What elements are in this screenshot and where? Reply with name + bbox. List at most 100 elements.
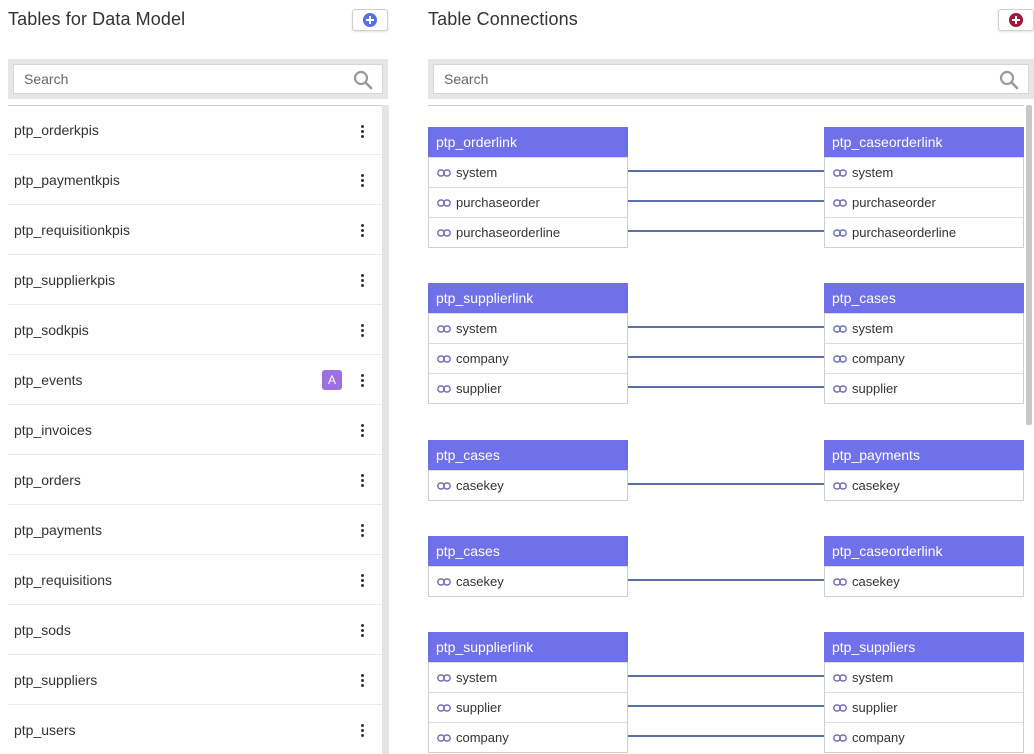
table-column-row[interactable]: purchaseorderline [825, 217, 1023, 247]
join-connector-line[interactable] [628, 230, 824, 232]
table-column-row[interactable]: system [825, 157, 1023, 187]
more-options-icon[interactable] [358, 470, 366, 490]
join-connector-line[interactable] [628, 483, 824, 485]
more-options-icon[interactable] [358, 670, 366, 690]
table-list-item[interactable]: ptp_sods [8, 605, 382, 655]
table-card-header: ptp_orderlink [428, 127, 628, 157]
table-column-row[interactable]: purchaseorder [429, 187, 627, 217]
table-column-row[interactable]: company [429, 343, 627, 373]
table-column-row[interactable]: system [429, 157, 627, 187]
right-table-card[interactable]: ptp_suppliers system supplier company [824, 632, 1024, 753]
table-column-row[interactable]: system [429, 662, 627, 692]
join-connector-line[interactable] [628, 579, 824, 581]
join-connector-line[interactable] [628, 200, 824, 202]
table-column-row[interactable]: system [429, 313, 627, 343]
add-table-button[interactable] [352, 9, 388, 31]
more-options-icon[interactable] [358, 620, 366, 640]
column-name-label: casekey [456, 478, 504, 493]
column-name-label: purchaseorder [852, 195, 936, 210]
column-name-label: system [852, 165, 894, 180]
table-column-row[interactable]: company [429, 722, 627, 752]
column-name-label: company [456, 351, 509, 366]
connections-search-box [433, 64, 1029, 94]
more-options-icon[interactable] [358, 520, 366, 540]
join-connector-line[interactable] [628, 735, 824, 737]
column-name-label: casekey [852, 574, 900, 589]
left-table-card[interactable]: ptp_cases casekey [428, 440, 628, 501]
link-icon [437, 481, 451, 490]
right-table-card[interactable]: ptp_cases system company supplier [824, 283, 1024, 404]
tables-search-input[interactable] [14, 65, 382, 93]
table-name-label: ptp_requisitionkpis [14, 221, 130, 238]
more-options-icon[interactable] [358, 570, 366, 590]
connections-scrollbar[interactable] [1026, 105, 1032, 425]
table-list-item[interactable]: ptp_suppliers [8, 655, 382, 705]
table-list-item[interactable]: ptp_supplierkpis [8, 255, 382, 305]
table-list-item[interactable]: ptp_payments [8, 505, 382, 555]
join-connector-line[interactable] [628, 326, 824, 328]
link-icon [833, 228, 847, 237]
table-column-row[interactable]: company [825, 722, 1023, 752]
table-list-item[interactable]: ptp_requisitionkpis [8, 205, 382, 255]
search-icon[interactable] [999, 70, 1019, 90]
connections-search-input[interactable] [434, 65, 1028, 93]
more-options-icon[interactable] [358, 420, 366, 440]
more-options-icon[interactable] [358, 121, 366, 141]
link-icon [437, 324, 451, 333]
table-list-item[interactable]: ptp_sodkpis [8, 305, 382, 355]
column-name-label: supplier [456, 381, 502, 396]
table-name-label: ptp_sods [14, 621, 71, 638]
left-table-card[interactable]: ptp_supplierlink system company supplier [428, 283, 628, 404]
table-list-item[interactable]: ptp_orderkpis [8, 106, 382, 155]
table-column-row[interactable]: company [825, 343, 1023, 373]
table-list-item[interactable]: ptp_paymentkpis [8, 155, 382, 205]
table-column-row[interactable]: casekey [825, 566, 1023, 596]
table-list-scrollbar[interactable] [382, 105, 389, 754]
connections-canvas: ptp_orderlink system purchaseorder purchase… [428, 105, 1024, 754]
table-column-row[interactable]: casekey [429, 470, 627, 500]
more-options-icon[interactable] [358, 320, 366, 340]
join-connector-line[interactable] [628, 705, 824, 707]
column-name-label: casekey [456, 574, 504, 589]
table-card-header: ptp_caseorderlink [824, 536, 1024, 566]
right-table-card[interactable]: ptp_payments casekey [824, 440, 1024, 501]
left-table-card[interactable]: ptp_cases casekey [428, 536, 628, 597]
right-table-card[interactable]: ptp_caseorderlink system purchaseorder purc… [824, 127, 1024, 248]
table-card-header: ptp_payments [824, 440, 1024, 470]
table-list-item[interactable]: ptp_requisitions [8, 555, 382, 605]
table-column-row[interactable]: supplier [825, 373, 1023, 403]
join-connector-line[interactable] [628, 386, 824, 388]
table-list-item[interactable]: ptp_events A [8, 355, 382, 405]
more-options-icon[interactable] [358, 220, 366, 240]
join-connector-line[interactable] [628, 675, 824, 677]
table-column-row[interactable]: purchaseorder [825, 187, 1023, 217]
link-icon [833, 198, 847, 207]
join-connector-line[interactable] [628, 356, 824, 358]
table-card-header: ptp_supplierlink [428, 283, 628, 313]
table-column-row[interactable]: system [825, 313, 1023, 343]
table-column-row[interactable]: purchaseorderline [429, 217, 627, 247]
table-list-item[interactable]: ptp_invoices [8, 405, 382, 455]
table-column-row[interactable]: casekey [825, 470, 1023, 500]
add-connection-button[interactable] [998, 9, 1034, 31]
table-column-row[interactable]: system [825, 662, 1023, 692]
search-icon[interactable] [353, 70, 373, 90]
table-list-item[interactable]: ptp_orders [8, 455, 382, 505]
more-options-icon[interactable] [358, 270, 366, 290]
table-column-row[interactable]: supplier [429, 692, 627, 722]
table-column-row[interactable]: supplier [429, 373, 627, 403]
right-table-card[interactable]: ptp_caseorderlinkcasekey [824, 536, 1024, 597]
table-column-row[interactable]: supplier [825, 692, 1023, 722]
left-table-card[interactable]: ptp_supplierlink system supplier company [428, 632, 628, 753]
table-list-item[interactable]: ptp_users [8, 705, 382, 754]
table-card-header: ptp_cases [824, 283, 1024, 313]
table-column-row[interactable]: casekey [429, 566, 627, 596]
more-options-icon[interactable] [358, 720, 366, 740]
left-table-card[interactable]: ptp_orderlink system purchaseorder purchase… [428, 127, 628, 248]
join-connector-line[interactable] [628, 170, 824, 172]
more-options-icon[interactable] [358, 370, 366, 390]
link-icon [833, 673, 847, 682]
link-icon [437, 673, 451, 682]
table-card-header: ptp_supplierlink [428, 632, 628, 662]
more-options-icon[interactable] [358, 170, 366, 190]
